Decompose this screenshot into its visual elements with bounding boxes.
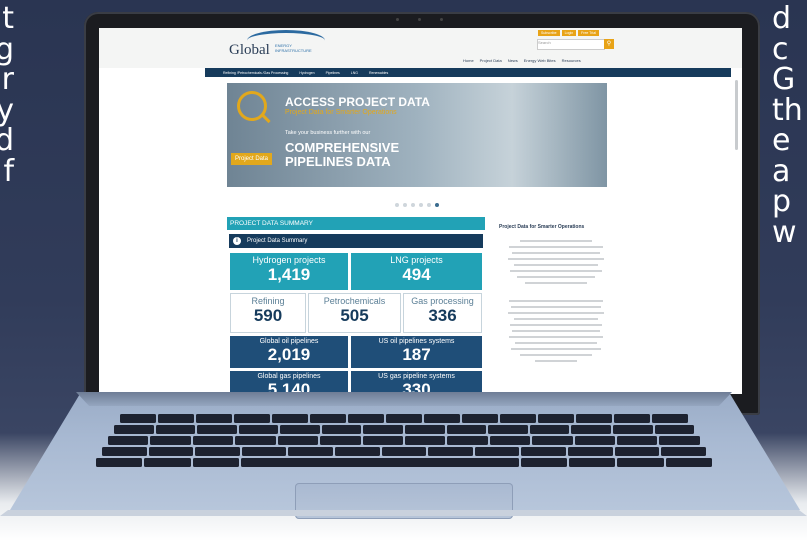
tile-us-gas-pipelines[interactable]: US gas pipeline systems 330 [351,371,482,394]
tile-value: 5,140 [267,380,311,394]
carousel-dot[interactable] [403,203,407,207]
site-logo-subtitle: ENERGY INFRASTRUCTURE [275,43,312,53]
tile-global-gas-pipelines[interactable]: Global gas pipelines 5,140 [230,371,348,394]
tile-value: 590 [253,306,283,325]
carousel-dots [395,203,439,207]
account-buttons: Subscribe Login Free Trial [538,30,599,36]
tile-petrochemicals[interactable]: Petrochemicals 505 [308,293,401,333]
laptop-keyboard [96,414,713,470]
sector-nav-item[interactable]: LNG [351,71,358,75]
right-text-line: d [772,1,792,36]
laptop-front-edge [0,510,807,516]
tile-label: US oil pipelines systems [378,338,455,345]
search-input[interactable]: Search [537,39,605,50]
right-text-line: e [772,123,791,158]
carousel-dot[interactable] [411,203,415,207]
magnifier-handle [261,113,271,124]
summary-subheader: i Project Data Summary [229,234,483,248]
nav-energy-web-bites[interactable]: Energy Web Bites [524,58,556,63]
site-header: Global ENERGY INFRASTRUCTURE Subscribe L… [99,28,742,68]
carousel-dot[interactable] [395,203,399,207]
webcam [84,18,760,24]
tile-gas-processing[interactable]: Gas processing 336 [403,293,482,333]
tile-value: 1,419 [267,265,311,284]
tile-label: Hydrogen projects [252,255,326,265]
sector-nav-item[interactable]: Pipelines [326,71,340,75]
sector-nav-item[interactable]: Refining /Petrochemicals /Gas Processing [223,71,288,75]
info-icon: i [233,237,241,245]
tile-label: Global gas pipelines [257,373,321,380]
sector-nav-item[interactable]: Hydrogen [299,71,314,75]
left-marketing-text: t g r y d f [0,1,14,189]
search-icon[interactable]: ⚲ [604,39,614,49]
left-text-line: y [0,92,14,128]
tile-label: US gas pipeline systems [378,373,455,380]
nav-home[interactable]: Home [463,58,474,63]
nav-project-data[interactable]: Project Data [480,58,502,63]
banner-headline-2: PIPELINES DATA [285,154,391,169]
right-text-line: c [772,31,789,67]
login-button[interactable]: Login [561,30,577,36]
tile-lng[interactable]: LNG projects 494 [351,253,482,290]
main-nav: Home Project Data News Energy Web Bites … [463,58,581,63]
sidebar-title: Project Data for Smarter Operations [499,224,585,230]
tile-label: Petrochemicals [323,296,386,306]
laptop-hinge [76,392,732,406]
sidebar-body-text [504,240,608,366]
tile-label: Gas processing [411,296,474,306]
free-trial-button[interactable]: Free Trial [578,30,599,36]
right-text-line: G [772,62,796,97]
project-data-button[interactable]: Project Data [231,153,273,165]
tile-label: Refining [251,296,285,306]
left-text-line: r [1,62,14,97]
tile-value: 187 [402,345,431,364]
tile-value: 494 [402,265,431,284]
right-text-line: w [772,214,797,250]
tile-hydrogen[interactable]: Hydrogen projects 1,419 [230,253,348,290]
laptop-screen: Global ENERGY INFRASTRUCTURE Subscribe L… [99,28,742,394]
carousel-dot[interactable] [427,203,431,207]
nav-resources[interactable]: Resources [562,58,581,63]
right-text-line: th [772,92,803,128]
tile-value: 330 [402,380,431,394]
left-text-line: t [2,1,14,36]
page-scrollbar[interactable] [735,80,738,150]
nav-news[interactable]: News [508,58,518,63]
banner-tagline: Take your business further with our [285,130,371,136]
tile-label: Global oil pipelines [259,338,319,345]
promo-banner[interactable]: ACCESS PROJECT DATA Project Data for Sma… [227,83,607,187]
right-text-line: a [772,153,791,189]
carousel-dot-active[interactable] [435,203,439,207]
tile-label: LNG projects [390,255,443,265]
carousel-dot[interactable] [419,203,423,207]
left-text-line: g [0,31,14,67]
tile-value: 505 [340,306,369,325]
left-text-line: d [0,123,14,158]
tile-us-oil-pipelines[interactable]: US oil pipelines systems 187 [351,336,482,368]
tile-value: 336 [428,306,457,325]
tile-refining[interactable]: Refining 590 [230,293,306,333]
right-marketing-text: d c G th e a p w [772,1,807,250]
banner-subtitle: Project Data for Smarter Operations [285,109,397,116]
summary-header: PROJECT DATA SUMMARY [227,217,485,230]
banner-headline-1: COMPREHENSIVE [285,140,400,155]
sector-nav-item[interactable]: Renewables [369,71,388,75]
sector-nav: Refining /Petrochemicals /Gas Processing… [205,68,731,77]
summary-subheader-label: Project Data Summary [247,238,308,244]
tile-global-oil-pipelines[interactable]: Global oil pipelines 2,019 [230,336,348,368]
subscribe-button[interactable]: Subscribe [538,30,560,36]
site-logo[interactable]: Global [229,42,270,59]
right-text-line: p [772,184,792,219]
banner-title: ACCESS PROJECT DATA [285,95,430,109]
tile-value: 2,019 [267,345,311,364]
left-text-line: f [3,153,14,189]
